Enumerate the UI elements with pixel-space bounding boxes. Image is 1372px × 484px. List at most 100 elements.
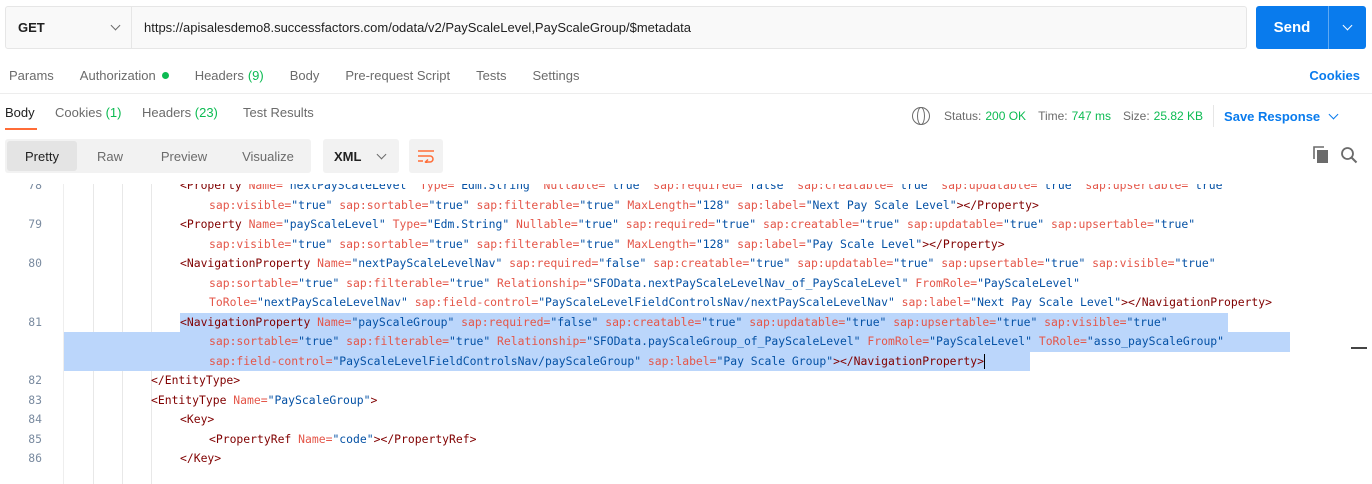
attr-name: sap:required=: [454, 314, 551, 329]
request-tabs: Params Authorization Headers (9) Body Pre…: [0, 58, 1372, 94]
attr-value: "true": [749, 256, 791, 270]
view-pretty-button[interactable]: Pretty: [7, 141, 77, 171]
attr-value: "PayScaleLevelFieldControlsNav/payScaleG…: [332, 353, 642, 368]
attr-name: sap:filterable=: [469, 197, 580, 212]
format-select[interactable]: XML: [323, 139, 399, 173]
tab-headers[interactable]: Headers (9): [195, 68, 264, 83]
attr-name: sap:sortable=: [332, 197, 429, 212]
line-number: 86: [28, 451, 42, 465]
tab-response-headers[interactable]: Headers (23): [142, 105, 218, 120]
search-icon[interactable]: [1340, 146, 1358, 164]
tab-tests[interactable]: Tests: [476, 68, 506, 83]
attr-value: "true": [605, 184, 647, 192]
view-visualize-button[interactable]: Visualize: [225, 141, 311, 171]
attr-name: sap:updatable=: [790, 256, 894, 270]
time-value[interactable]: 747 ms: [1072, 109, 1111, 123]
attr-value: "PayScaleGroup": [267, 392, 371, 407]
cookies-link[interactable]: Cookies: [1309, 68, 1360, 83]
attr-value: "true": [1188, 184, 1230, 192]
attr-name: Relationship=: [490, 275, 587, 290]
attr-name: sap:filterable=: [339, 334, 450, 348]
copy-icon[interactable]: [1313, 146, 1329, 164]
attr-value: "false": [598, 256, 647, 270]
line-number: 79: [28, 217, 42, 231]
attr-name: sap:upsertable=: [934, 256, 1045, 270]
url-input[interactable]: https://apisalesdemo8.successfactors.com…: [132, 20, 691, 35]
scrollbar-marker[interactable]: [1351, 347, 1367, 349]
attr-name: sap:visible=: [209, 236, 292, 251]
attr-value: "PayScaleLevel": [929, 334, 1032, 348]
tab-params[interactable]: Params: [9, 68, 54, 83]
attr-name: sap:required=: [618, 217, 715, 231]
tab-test-results[interactable]: Test Results: [243, 105, 314, 120]
attr-value: "SFOData.nextPayScaleLevelNav_of_PayScal…: [586, 275, 909, 290]
attr-value: "true": [714, 217, 757, 231]
code-line: <EntityType Name="PayScaleGroup">: [151, 391, 377, 411]
code-line: <NavigationProperty Name="payScaleGroup"…: [180, 313, 1168, 333]
attr-value: "nextPayScaleLevelNav": [257, 295, 408, 309]
attr-name: sap:label=: [730, 197, 806, 212]
text-caret: [983, 353, 985, 369]
attr-value: "asso_payScaleGroup": [1086, 334, 1225, 348]
globe-icon[interactable]: [912, 107, 930, 125]
response-body-code[interactable]: 78 <Property Name="nextPayScaleLevel" Typ…: [0, 184, 1372, 484]
line-number: 80: [28, 256, 42, 270]
attr-value: "true": [579, 236, 621, 251]
attr-name: sap:visible=: [209, 197, 292, 212]
attr-name: sap:field-control=: [407, 295, 539, 309]
save-response-button[interactable]: Save Response: [1224, 109, 1339, 124]
tab-body[interactable]: Body: [290, 68, 320, 83]
method-select[interactable]: GET: [6, 7, 132, 48]
view-mode-segment: Pretty Raw Preview Visualize: [5, 139, 311, 173]
format-label: XML: [334, 148, 362, 164]
tab-settings[interactable]: Settings: [532, 68, 579, 83]
view-preview-button[interactable]: Preview: [143, 141, 225, 171]
url-bar: GET https://apisalesdemo8.successfactors…: [5, 6, 1247, 49]
tab-authorization[interactable]: Authorization: [80, 68, 169, 83]
attr-name: sap:sortable=: [332, 236, 429, 251]
attr-name: sap:filterable=: [469, 236, 580, 251]
attr-value: "true": [893, 184, 935, 192]
send-button[interactable]: Send: [1256, 6, 1328, 49]
tab-prerequest-script[interactable]: Pre-request Script: [345, 68, 450, 83]
status-value[interactable]: 200 OK: [985, 109, 1026, 123]
attr-value: "true": [1153, 217, 1196, 231]
attr-name: sap:upsertable=: [886, 314, 997, 329]
xml-tag: ></NavigationProperty>: [1121, 295, 1272, 309]
attr-value: "code": [332, 431, 374, 446]
attr-value: "true": [1037, 184, 1079, 192]
attr-name: sap:creatable=: [598, 314, 702, 329]
xml-tag: ></NavigationProperty>: [833, 353, 984, 368]
tab-response-cookies[interactable]: Cookies (1): [55, 105, 121, 120]
code-line: <Property Name="payScaleLevel" Type="Edm…: [180, 215, 1195, 235]
attr-name: FromRole=: [908, 275, 978, 290]
status-label: Status:: [944, 109, 982, 123]
attr-value: "true": [1003, 217, 1045, 231]
line-number: 83: [28, 392, 42, 407]
tab-response-body[interactable]: Body: [5, 105, 35, 120]
size-value[interactable]: 25.82 KB: [1154, 109, 1203, 123]
xml-tag: </Key>: [180, 451, 222, 465]
attr-value: "nextPayScaleLevel": [282, 184, 414, 192]
attr-name: Nullable=: [536, 184, 606, 192]
response-toolbar: Pretty Raw Preview Visualize XML: [0, 137, 1372, 179]
attr-value: "true": [1174, 256, 1216, 270]
attr-name: Name=: [248, 217, 283, 231]
attr-name: Name=: [317, 256, 352, 270]
wrap-lines-icon: [418, 150, 434, 163]
attr-value: "true": [579, 197, 621, 212]
code-line: <NavigationProperty Name="nextPayScaleLe…: [180, 254, 1216, 274]
active-tab-indicator: [5, 128, 37, 130]
auth-status-dot-icon: [161, 72, 169, 79]
attr-name: sap:sortable=: [209, 334, 299, 348]
attr-value: "true": [893, 256, 935, 270]
send-options-button[interactable]: [1328, 6, 1366, 49]
attr-name: sap:creatable=: [646, 256, 750, 270]
attr-name: Name=: [317, 314, 352, 329]
chevron-down-icon: [376, 149, 387, 159]
wrap-lines-button[interactable]: [409, 139, 443, 173]
attr-value: "false": [742, 184, 791, 192]
attr-value: "true": [577, 217, 619, 231]
view-raw-button[interactable]: Raw: [77, 141, 143, 171]
attr-name: sap:label=: [641, 353, 717, 368]
